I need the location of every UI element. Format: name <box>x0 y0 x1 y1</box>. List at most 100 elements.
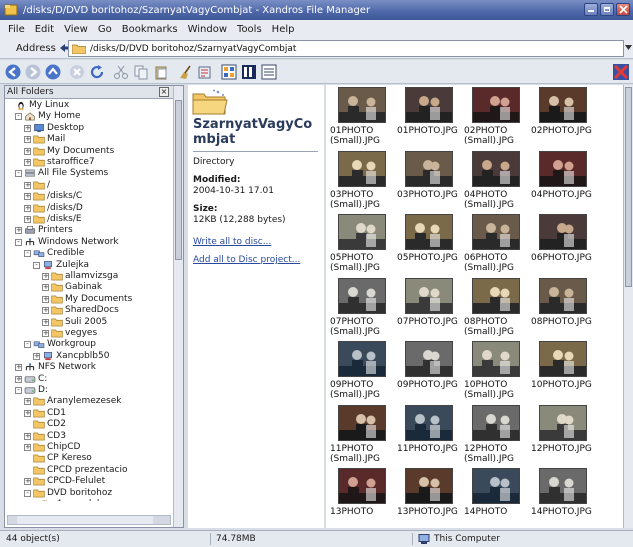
expand-toggle[interactable]: + <box>42 307 49 315</box>
tree-node[interactable]: + Printers <box>15 225 73 236</box>
thumbnail-item[interactable]: 05PHOTO (Small).JPG <box>330 214 398 278</box>
thumbnail-item[interactable]: 12PHOTO (Small).JPG <box>464 404 532 469</box>
address-input[interactable] <box>90 43 580 54</box>
thumbnail-item[interactable]: 09PHOTO.JPG <box>397 341 465 405</box>
close-button[interactable] <box>616 3 630 16</box>
add-all-to-disc-project-link[interactable]: Add all to Disc project... <box>193 255 300 265</box>
expand-toggle[interactable]: + <box>24 181 31 189</box>
thumbnail-scrollbar-thumb[interactable] <box>625 87 632 287</box>
address-field[interactable] <box>68 40 624 57</box>
tree-node[interactable]: - D: <box>15 385 48 396</box>
expand-toggle[interactable]: + <box>15 227 22 235</box>
cut-button[interactable] <box>112 63 130 81</box>
thumbnail-item[interactable]: 08PHOTO (Small).JPG <box>464 277 532 342</box>
thumbnail-item[interactable]: 10PHOTO (Small).JPG <box>464 341 532 405</box>
thumbnail-item[interactable]: 01PHOTO.JPG <box>397 87 465 151</box>
tree-node[interactable]: - Credible <box>24 248 84 259</box>
menu-go[interactable]: Go <box>93 24 117 35</box>
collapse-toggle[interactable]: - <box>15 113 22 121</box>
expand-toggle[interactable]: + <box>15 375 22 383</box>
expand-toggle[interactable]: + <box>42 273 49 280</box>
forward-button[interactable] <box>24 63 42 81</box>
tree-node[interactable]: - Windows Network <box>15 237 119 248</box>
scroll-right-arrow[interactable] <box>161 516 170 524</box>
tree-node[interactable]: + staroffice7 <box>24 157 95 168</box>
expand-toggle[interactable]: + <box>24 193 31 201</box>
expand-toggle[interactable]: + <box>15 364 22 372</box>
back-button[interactable] <box>4 63 22 81</box>
menu-file[interactable]: File <box>3 24 30 35</box>
menu-bookmarks[interactable]: Bookmarks <box>117 24 183 35</box>
tree-node[interactable]: 4_zaradek <box>33 499 102 501</box>
thumbnail-item[interactable]: 04PHOTO.JPG <box>531 150 599 215</box>
view-details-button[interactable] <box>260 63 278 81</box>
tree-node[interactable]: + CD3 <box>24 431 66 442</box>
menu-window[interactable]: Window <box>183 24 232 35</box>
view-icons-button[interactable] <box>220 63 238 81</box>
tree-node[interactable]: + Desktop <box>24 123 84 134</box>
expand-toggle[interactable]: + <box>24 432 31 440</box>
tree-node[interactable]: + /disks/C <box>24 191 82 202</box>
tree-node[interactable]: + vegyes <box>42 328 97 339</box>
expand-toggle[interactable]: + <box>24 409 31 417</box>
thumbnail-item[interactable]: 07PHOTO (Small).JPG <box>330 277 398 342</box>
scroll-left-arrow[interactable] <box>8 516 17 524</box>
chevron-down-icon[interactable] <box>625 45 632 51</box>
folders-hscrollbar[interactable] <box>7 515 171 525</box>
expand-toggle[interactable]: + <box>24 124 31 132</box>
view-columns-button[interactable] <box>240 63 258 81</box>
thumbnail-item[interactable]: 11PHOTO (Small).JPG <box>330 404 398 469</box>
up-button[interactable] <box>44 63 62 81</box>
expand-toggle[interactable]: + <box>24 478 31 486</box>
tree-node[interactable]: + Aranylemezesek <box>24 396 121 407</box>
tree-node[interactable]: + Gabinak <box>42 282 102 293</box>
thumbnail-item[interactable]: 06PHOTO (Small).JPG <box>464 214 532 278</box>
paste-button[interactable] <box>152 63 170 81</box>
menu-view[interactable]: View <box>59 24 93 35</box>
expand-toggle[interactable]: + <box>24 398 31 406</box>
collapse-toggle[interactable]: - <box>24 489 31 497</box>
collapse-toggle[interactable]: - <box>33 261 40 269</box>
expand-toggle[interactable]: + <box>42 318 49 326</box>
minimize-button[interactable] <box>584 3 598 16</box>
scrollbar-thumb[interactable] <box>175 100 182 260</box>
collapse-toggle[interactable]: - <box>24 250 31 258</box>
collapse-toggle[interactable]: - <box>15 238 22 246</box>
expand-toggle[interactable]: + <box>42 295 49 303</box>
thumbnail-item[interactable]: 12PHOTO.JPG <box>531 404 599 469</box>
reload-button[interactable] <box>88 63 106 81</box>
expand-toggle[interactable]: + <box>33 352 40 360</box>
expand-toggle[interactable]: + <box>42 330 49 337</box>
tree-node[interactable]: - DVD boritohoz <box>24 488 112 499</box>
expand-toggle[interactable]: + <box>24 136 31 144</box>
properties-button[interactable] <box>196 63 214 81</box>
tree-node[interactable]: CP Kereso <box>24 453 92 464</box>
collapse-toggle[interactable]: - <box>24 341 31 349</box>
folders-scrollbar[interactable] <box>173 86 183 527</box>
thumbnail-item[interactable]: 10PHOTO.JPG <box>531 341 599 405</box>
expand-toggle[interactable]: + <box>42 284 49 292</box>
tree-node[interactable]: + ChipCD <box>24 442 80 453</box>
tree-node[interactable]: + Xancpblb50 <box>33 351 109 362</box>
tree-node[interactable]: + C: <box>15 374 47 385</box>
menu-edit[interactable]: Edit <box>30 24 59 35</box>
thumbnail-item[interactable]: 04PHOTO (Small).JPG <box>464 150 532 215</box>
thumbnail-item[interactable]: 03PHOTO (Small).JPG <box>330 150 398 215</box>
expand-toggle[interactable]: + <box>24 147 31 155</box>
folders-pane-close-button[interactable]: × <box>159 87 169 97</box>
tree-node[interactable]: CD2 <box>24 419 66 430</box>
collapse-toggle[interactable]: - <box>15 170 22 178</box>
tree-node[interactable]: My Linux <box>6 100 69 111</box>
tree-node[interactable]: + NFS Network <box>15 362 96 373</box>
tree-node[interactable]: + My Documents <box>42 294 132 305</box>
tree-node[interactable]: - All File Systems <box>15 168 108 179</box>
tree-node[interactable]: - My Home <box>15 111 81 122</box>
tree-node[interactable]: - Zulejka <box>33 260 89 271</box>
thumbnail-item[interactable]: 13PHOTO <box>330 468 398 528</box>
tree-node[interactable]: - Workgroup <box>24 339 96 350</box>
thumbnail-item[interactable]: 09PHOTO (Small).JPG <box>330 341 398 405</box>
thumbnail-item[interactable]: 08PHOTO.JPG <box>531 277 599 342</box>
write-all-to-disc-link[interactable]: Write all to disc... <box>193 237 271 247</box>
tree-node[interactable]: + Mail <box>24 134 65 145</box>
tree-node[interactable]: + /disks/D <box>24 203 83 214</box>
